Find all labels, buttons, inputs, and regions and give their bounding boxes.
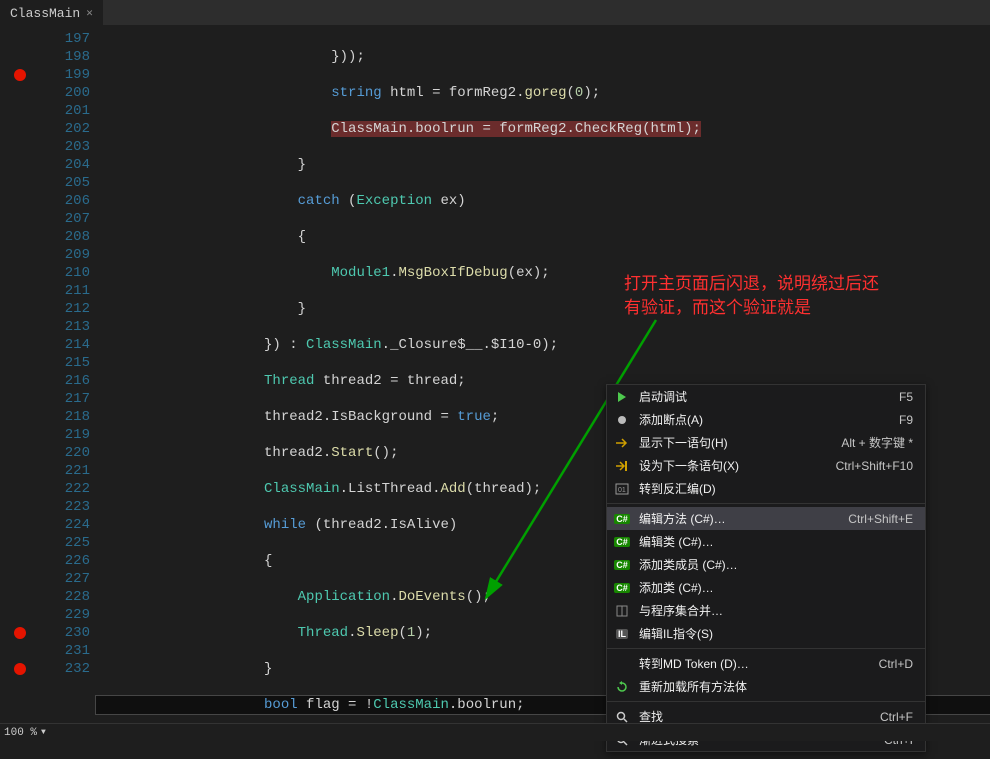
menu-shortcut: Ctrl+D [879, 657, 925, 671]
line-number: 229 [28, 606, 90, 624]
menu-shortcut: Alt + 数字键 * [841, 434, 925, 451]
line-gutter: 1971981992002012022032042052062072082092… [28, 26, 96, 726]
zoom-dropdown-icon[interactable]: ▼ [41, 728, 46, 737]
breakpoint-dot[interactable] [14, 627, 26, 639]
line-number: 206 [28, 192, 90, 210]
line-number: 204 [28, 156, 90, 174]
menu-shortcut: F9 [899, 413, 925, 427]
asm-icon: 01 [613, 480, 631, 498]
tab-label: ClassMain [10, 6, 80, 21]
menu-item[interactable]: 设为下一条语句(X) Ctrl+Shift+F10 [607, 454, 925, 477]
line-number: 209 [28, 246, 90, 264]
menu-label: 转到MD Token (D)… [639, 655, 749, 672]
merge-icon [613, 602, 631, 620]
context-menu: 启动调试 F5 添加断点(A) F9 显示下一语句(H) Alt + 数字键 * 设为下一条… [606, 384, 926, 752]
menu-shortcut: Ctrl+Shift+F10 [836, 459, 925, 473]
menu-label: 显示下一语句(H) [639, 434, 728, 451]
menu-item[interactable]: 显示下一语句(H) Alt + 数字键 * [607, 431, 925, 454]
line-number: 217 [28, 390, 90, 408]
line-number: 213 [28, 318, 90, 336]
tab-classmain[interactable]: ClassMain ✕ [0, 0, 103, 26]
cs-icon: C# [613, 510, 631, 528]
cursor-icon [613, 457, 631, 475]
close-icon[interactable]: ✕ [86, 6, 93, 20]
line-number: 211 [28, 282, 90, 300]
menu-shortcut: Ctrl+F [880, 710, 925, 724]
line-number: 221 [28, 462, 90, 480]
line-number: 202 [28, 120, 90, 138]
menu-label: 编辑IL指令(S) [639, 625, 713, 642]
svg-text:01: 01 [618, 487, 626, 494]
menu-item[interactable]: C# 编辑类 (C#)… [607, 530, 925, 553]
menu-label: 添加类 (C#)… [639, 579, 714, 596]
menu-label: 与程序集合并… [639, 602, 723, 619]
line-number: 200 [28, 84, 90, 102]
line-number: 197 [28, 30, 90, 48]
menu-item[interactable]: 01 转到反汇编(D) [607, 477, 925, 500]
line-number: 220 [28, 444, 90, 462]
breakpoint-dot[interactable] [14, 69, 26, 81]
line-number: 228 [28, 588, 90, 606]
breakpoint-line: ClassMain.boolrun = formReg2.CheckReg(ht… [331, 121, 701, 137]
line-number: 227 [28, 570, 90, 588]
menu-shortcut: Ctrl+Shift+E [848, 512, 925, 526]
line-number: 222 [28, 480, 90, 498]
cs-icon: C# [613, 579, 631, 597]
line-number: 208 [28, 228, 90, 246]
line-number: 232 [28, 660, 90, 678]
menu-label: 转到反汇编(D) [639, 480, 716, 497]
circle-icon [613, 411, 631, 429]
blank-icon [613, 655, 631, 673]
line-number: 223 [28, 498, 90, 516]
line-number: 218 [28, 408, 90, 426]
menu-label: 启动调试 [639, 388, 687, 405]
line-number: 224 [28, 516, 90, 534]
menu-label: 添加断点(A) [639, 411, 703, 428]
annotation-text: 打开主页面后闪退，说明绕过后还 有验证，而这个验证就是 [624, 272, 974, 320]
breakpoint-dot[interactable] [14, 663, 26, 675]
il-icon: IL [613, 625, 631, 643]
line-number: 215 [28, 354, 90, 372]
menu-shortcut: F5 [899, 390, 925, 404]
menu-label: 添加类成员 (C#)… [639, 556, 738, 573]
menu-item[interactable]: 启动调试 F5 [607, 385, 925, 408]
play-icon [613, 388, 631, 406]
menu-item[interactable]: C# 添加类成员 (C#)… [607, 553, 925, 576]
line-number: 199 [28, 66, 90, 84]
line-number: 198 [28, 48, 90, 66]
menu-item[interactable]: C# 编辑方法 (C#)… Ctrl+Shift+E [607, 507, 925, 530]
menu-label: 重新加载所有方法体 [639, 678, 747, 695]
menu-label: 编辑方法 (C#)… [639, 510, 726, 527]
line-number: 212 [28, 300, 90, 318]
tab-bar: ClassMain ✕ [0, 0, 990, 26]
menu-item[interactable]: IL 编辑IL指令(S) [607, 622, 925, 645]
line-number: 207 [28, 210, 90, 228]
line-number: 210 [28, 264, 90, 282]
menu-item[interactable]: 重新加载所有方法体 [607, 675, 925, 698]
line-number: 205 [28, 174, 90, 192]
menu-item[interactable]: C# 添加类 (C#)… [607, 576, 925, 599]
left-margin [0, 26, 12, 726]
line-number: 216 [28, 372, 90, 390]
reload-icon [613, 678, 631, 696]
line-number: 225 [28, 534, 90, 552]
status-bar: 100 % ▼ [0, 723, 990, 741]
zoom-level[interactable]: 100 % [4, 727, 37, 739]
menu-label: 编辑类 (C#)… [639, 533, 714, 550]
line-number: 231 [28, 642, 90, 660]
arrow-r-icon [613, 434, 631, 452]
line-number: 230 [28, 624, 90, 642]
line-number: 219 [28, 426, 90, 444]
menu-item[interactable]: 添加断点(A) F9 [607, 408, 925, 431]
menu-item[interactable]: 转到MD Token (D)… Ctrl+D [607, 652, 925, 675]
line-number: 203 [28, 138, 90, 156]
line-number: 226 [28, 552, 90, 570]
line-number: 214 [28, 336, 90, 354]
cs-icon: C# [613, 533, 631, 551]
line-number: 201 [28, 102, 90, 120]
menu-label: 设为下一条语句(X) [639, 457, 739, 474]
cs-icon: C# [613, 556, 631, 574]
menu-item[interactable]: 与程序集合并… [607, 599, 925, 622]
breakpoint-column[interactable] [12, 26, 28, 726]
